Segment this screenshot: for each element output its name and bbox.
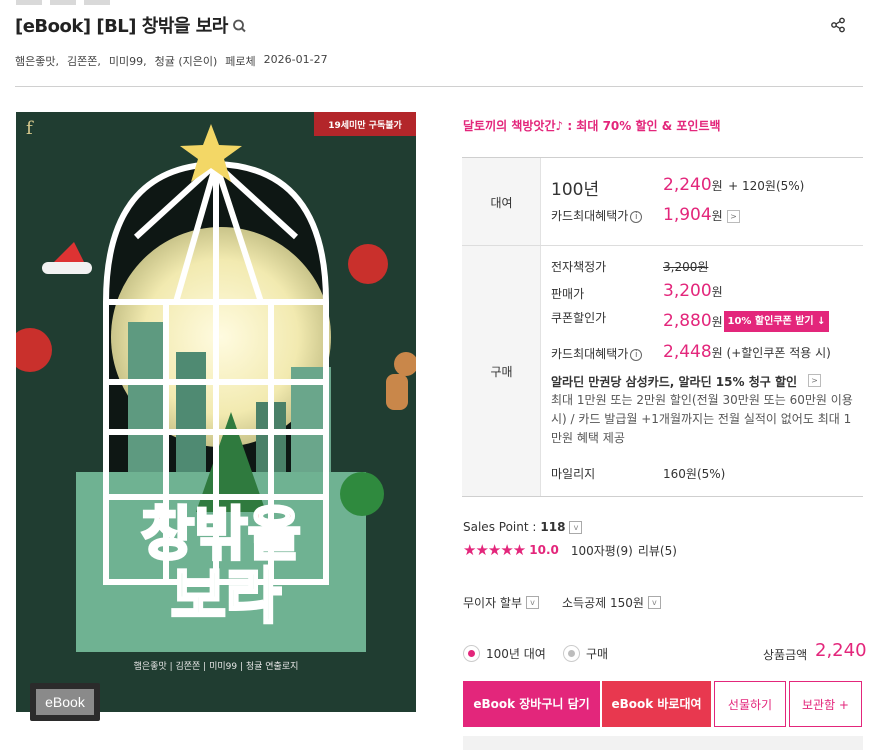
ebook-format-tag: eBook (30, 683, 100, 721)
bottom-panel-edge (463, 736, 863, 750)
sales-point: Sales Point : 118 v (463, 520, 583, 534)
age-badge: 19세미만 구독불가 (328, 119, 402, 131)
cover-title-line2: 보라 (171, 562, 281, 632)
add-to-cart-button[interactable]: eBook 장바구니 담기 (463, 681, 600, 727)
author-link[interactable]: 햄은좋맛, (15, 53, 59, 69)
coupon-price: 2,880원 (663, 311, 723, 331)
publisher-link[interactable]: 페로체 (225, 53, 255, 69)
chevron-down-icon[interactable]: v (569, 520, 583, 534)
total-price: 2,240 (815, 640, 867, 661)
chevron-right-icon[interactable]: > (808, 374, 821, 387)
list-price: 3,200원 (663, 260, 709, 274)
short-review-link[interactable]: 100자평(9) (571, 542, 633, 559)
coupon-download-button[interactable]: 10% 할인쿠폰 받기 ↓ (724, 311, 829, 332)
sale-price: 3,200원 (663, 281, 723, 301)
chevron-down-icon[interactable]: v (647, 596, 661, 609)
book-cover[interactable]: 창밖을 보라 햄은좋맛 | 김쫀쫀 | 미미99 | 청귤 연출로지 19세미만… (16, 112, 416, 712)
search-icon[interactable] (231, 16, 249, 34)
book-meta: 햄은좋맛, 김쫀쫀, 미미99, 청귤 (지은이) 페로체 2026-01-27 (15, 53, 328, 69)
mileage-label: 마일리지 (551, 467, 596, 481)
page-title: [eBook] [BL] 창밖을 보라 (15, 16, 228, 37)
purchase-card-price: 2,448원 (+할인쿠폰 적용 시) (663, 342, 831, 362)
gift-button[interactable]: 선물하기 (714, 681, 786, 727)
cover-artwork: 창밖을 보라 햄은좋맛 | 김쫀쫀 | 미미99 | 청귤 연출로지 19세미만… (16, 112, 416, 712)
author-link[interactable]: 청귤 (지은이) (155, 53, 218, 69)
star-rating-icon: ★★★★★ (463, 541, 526, 559)
installment-option[interactable]: 무이자 할부 v (463, 594, 540, 611)
rental-card-price: 1,904원 (663, 205, 723, 225)
radio-unselected-icon[interactable] (563, 645, 580, 662)
rental-card-label: 카드최대혜택가 i (551, 207, 643, 224)
list-price-label: 전자책정가 (551, 260, 607, 274)
author-link[interactable]: 미미99, (109, 53, 147, 69)
tax-deduction-option[interactable]: 소득공제 150원 v (562, 594, 661, 611)
radio-rent[interactable]: 100년 대여 (463, 645, 546, 662)
coupon-price-label: 쿠폰할인가 (551, 311, 607, 325)
publish-date: 2026-01-27 (263, 53, 328, 66)
purchase-section-label: 구매 (490, 365, 513, 379)
chevron-down-icon[interactable]: v (526, 596, 540, 609)
review-link[interactable]: 리뷰(5) (638, 542, 677, 559)
rent-now-button[interactable]: eBook 바로대여 (602, 681, 711, 727)
share-icon[interactable] (830, 17, 846, 33)
info-icon[interactable]: i (630, 210, 643, 223)
card-promo-title: 알라딘 만권당 삼성카드, 알라딘 15% 청구 할인 (551, 375, 798, 389)
cover-authors: 햄은좋맛 | 김쫀쫀 | 미미99 | 청귤 연출로지 (134, 660, 299, 672)
chevron-right-icon[interactable]: > (727, 210, 740, 223)
purchase-card-label: 카드최대혜택가 i (551, 345, 643, 362)
promo-banner[interactable]: 달토끼의 책방앗간♪ : 최대 70% 할인 & 포인트백 (463, 117, 721, 134)
rental-period: 100년 (551, 180, 600, 200)
card-promo-description: 최대 1만원 또는 2만원 할인(전월 30만원 또는 60만원 이용 시) /… (551, 393, 853, 445)
rating-row: ★★★★★ 10.0 100자평(9) 리뷰(5) (463, 541, 677, 559)
title-row: [eBook] [BL] 창밖을 보라 (15, 12, 249, 38)
radio-buy[interactable]: 구매 (563, 645, 608, 662)
author-link[interactable]: 김쫀쫀, (67, 53, 101, 69)
sale-price-label: 판매가 (551, 287, 585, 301)
mileage-value: 160원(5%) (663, 467, 726, 481)
info-icon[interactable]: i (630, 348, 643, 361)
total-label: 상품금액 (763, 648, 808, 662)
rental-section-label: 대여 (490, 196, 513, 210)
divider (15, 86, 863, 87)
top-tab-markers (16, 0, 110, 5)
radio-selected-icon[interactable] (463, 645, 480, 662)
wishlist-button[interactable]: 보관함 + (789, 681, 862, 727)
rating-value: 10.0 (529, 543, 559, 557)
cover-title-line1: 창밖을 (141, 500, 301, 568)
rental-price: 2,240원 + 120원(5%) (663, 175, 805, 195)
